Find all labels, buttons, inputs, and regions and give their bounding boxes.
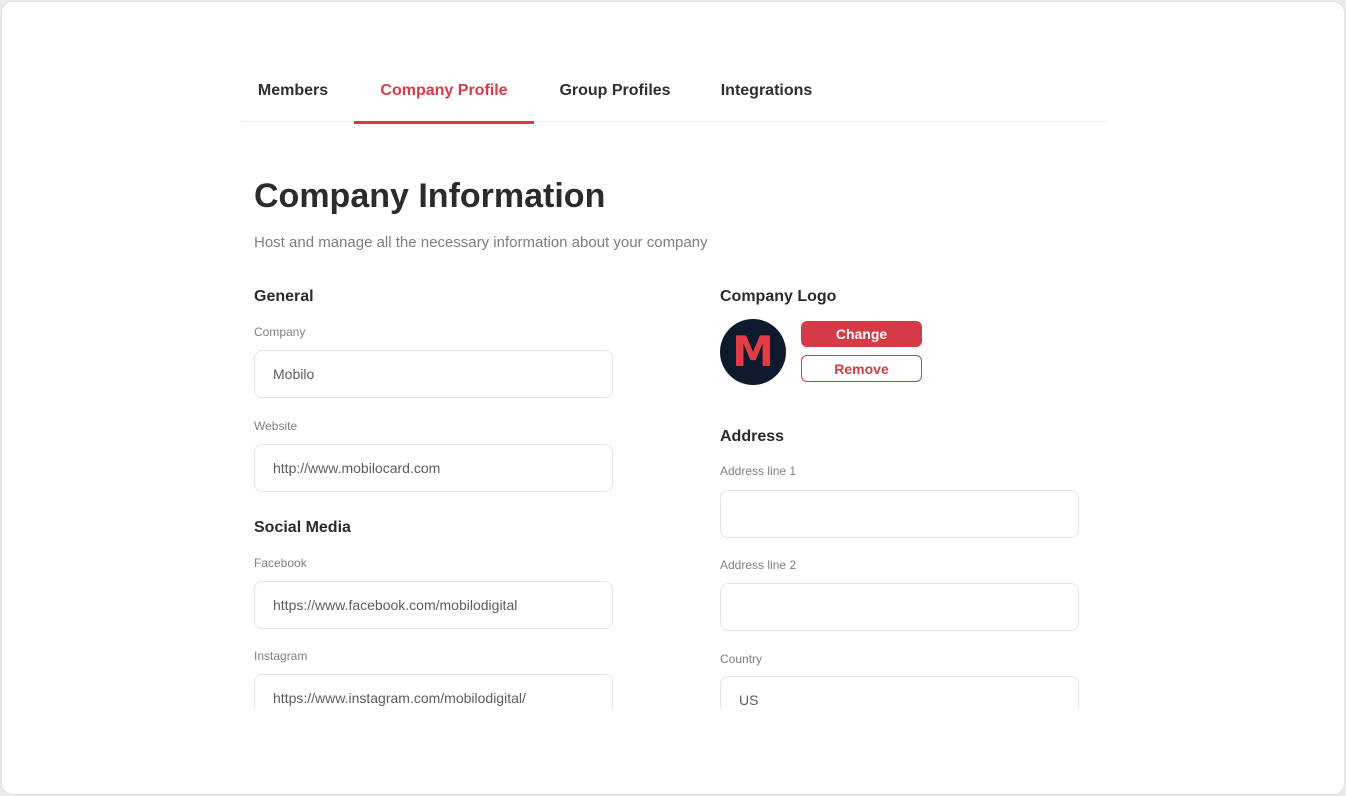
address-line2-input[interactable] bbox=[720, 583, 1079, 631]
tab-integrations[interactable]: Integrations bbox=[716, 82, 817, 121]
content-cutoff bbox=[2, 708, 1344, 794]
remove-logo-button[interactable]: Remove bbox=[801, 355, 922, 382]
company-logo-image: M bbox=[720, 319, 786, 385]
facebook-label: Facebook bbox=[254, 556, 307, 570]
company-label: Company bbox=[254, 325, 306, 339]
facebook-input[interactable] bbox=[254, 581, 613, 629]
website-label: Website bbox=[254, 419, 298, 433]
tab-group-profiles[interactable]: Group Profiles bbox=[556, 82, 674, 121]
address-heading: Address bbox=[720, 428, 785, 445]
company-logo-letter: M bbox=[732, 327, 774, 376]
address-line1-label: Address line 1 bbox=[720, 464, 797, 478]
tab-members[interactable]: Members bbox=[254, 82, 332, 121]
website-input[interactable] bbox=[254, 444, 613, 492]
tab-bar: Members Company Profile Group Profiles I… bbox=[242, 74, 1108, 124]
company-logo-heading: Company Logo bbox=[720, 288, 837, 305]
company-input[interactable] bbox=[254, 350, 613, 398]
address-line1-input[interactable] bbox=[720, 490, 1079, 538]
social-media-heading: Social Media bbox=[254, 519, 351, 536]
country-label: Country bbox=[720, 652, 763, 666]
tab-company-profile[interactable]: Company Profile bbox=[354, 82, 534, 124]
page-title: Company Information bbox=[254, 177, 606, 215]
settings-panel: Members Company Profile Group Profiles I… bbox=[1, 1, 1345, 795]
general-heading: General bbox=[254, 288, 314, 305]
change-logo-button[interactable]: Change bbox=[801, 321, 922, 347]
instagram-label: Instagram bbox=[254, 649, 308, 663]
page-subtitle: Host and manage all the necessary inform… bbox=[254, 234, 708, 251]
address-line2-label: Address line 2 bbox=[720, 558, 797, 572]
